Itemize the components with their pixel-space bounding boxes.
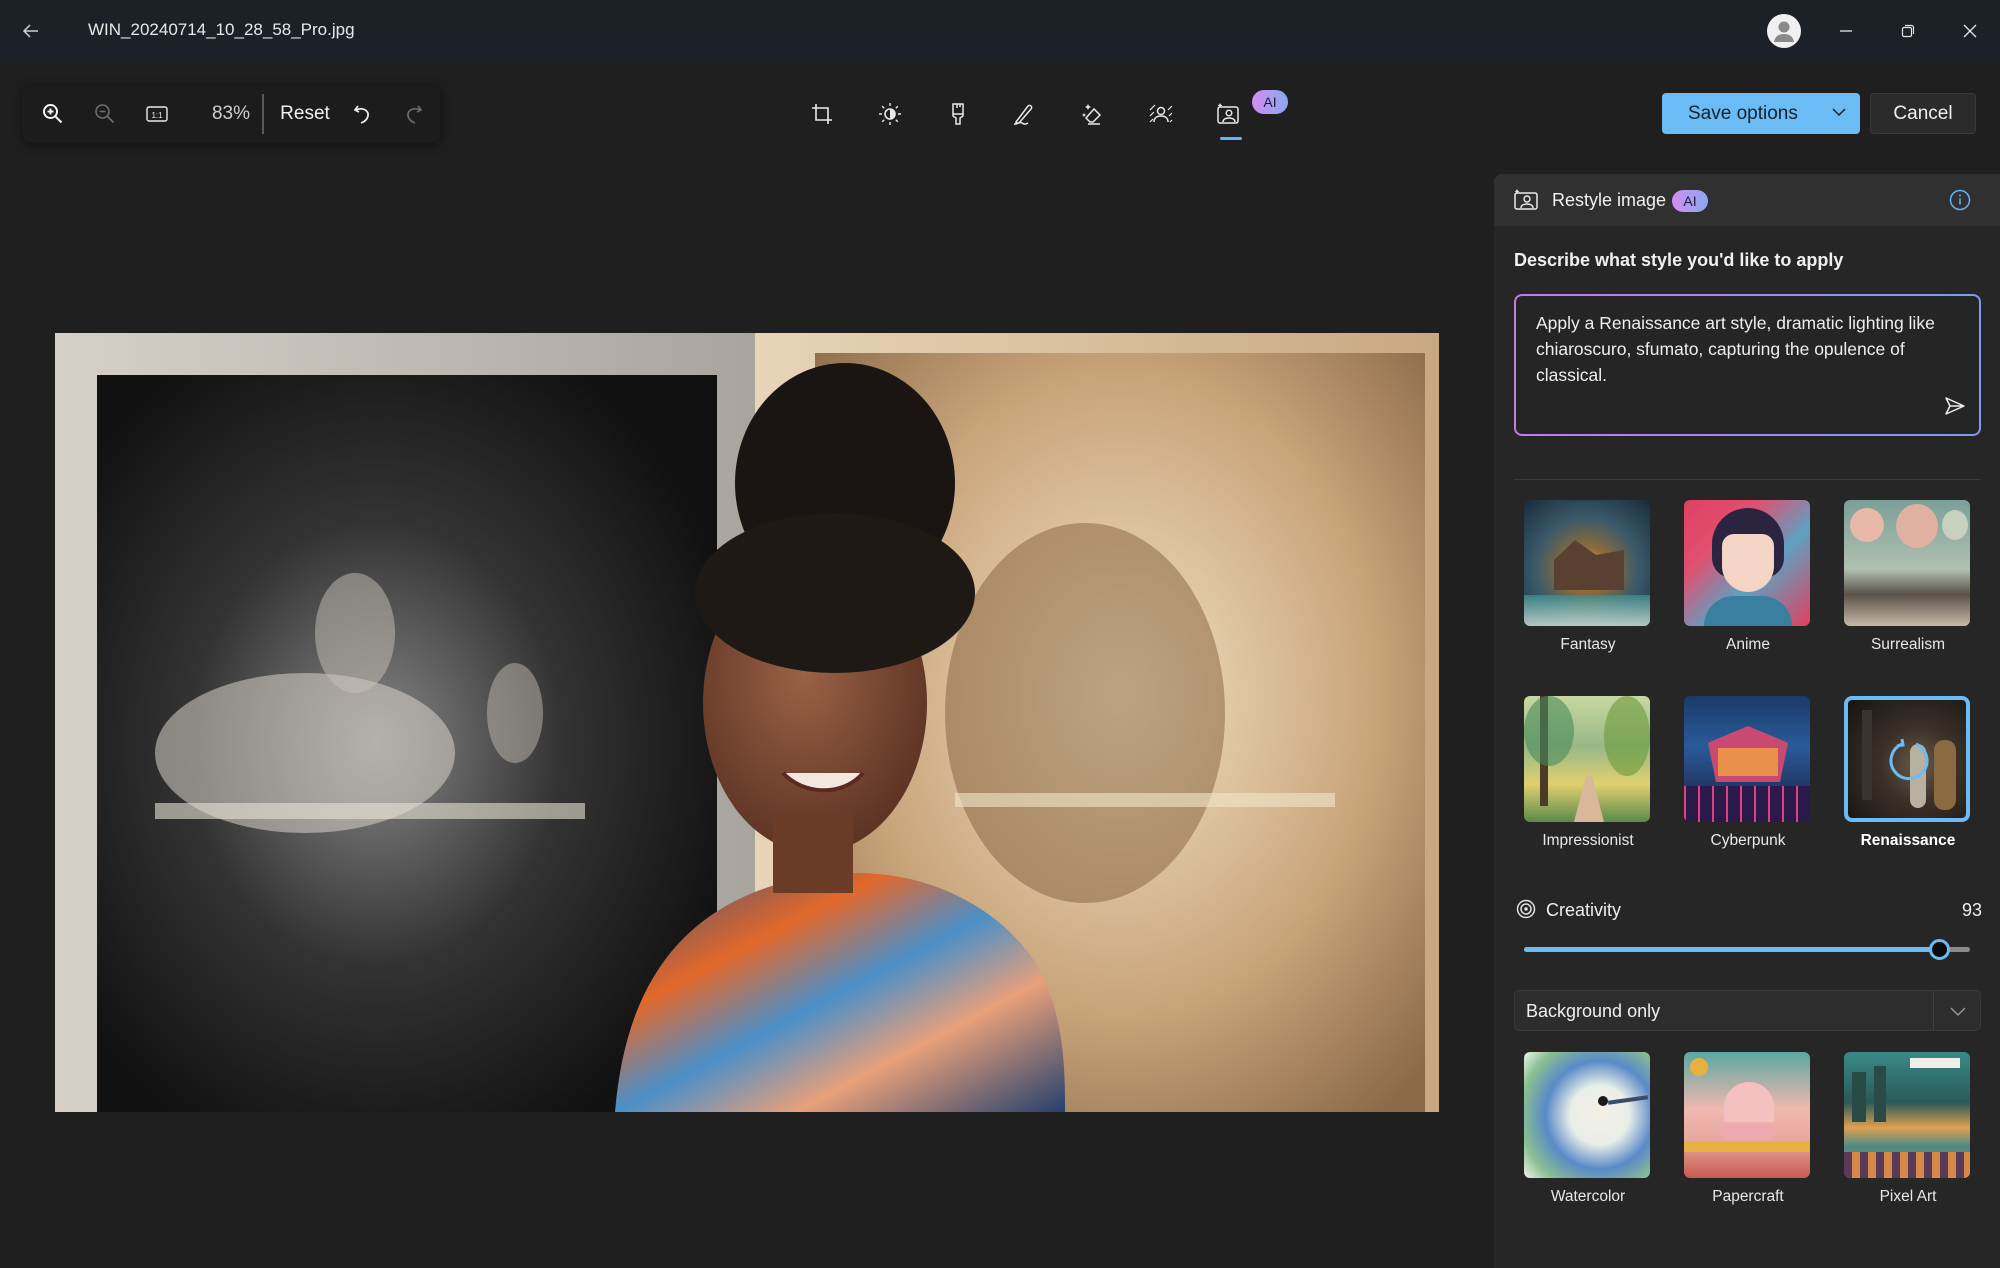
panel-header: Restyle image AI	[1494, 174, 2000, 226]
prompt-text[interactable]: Apply a Renaissance art style, dramatic …	[1536, 310, 1956, 388]
anime-thumbnail	[1684, 500, 1810, 626]
reset-button[interactable]: Reset	[280, 100, 330, 128]
section-divider	[1514, 479, 1981, 480]
zoom-toolbar: 1:1 83% Reset	[22, 86, 440, 142]
style-label: Pixel Art	[1879, 1188, 1937, 1205]
erase-tool[interactable]	[1075, 97, 1111, 131]
slider-thumb[interactable]	[1928, 939, 1950, 960]
actual-size-icon: 1:1	[146, 106, 168, 122]
minimize-button[interactable]	[1826, 12, 1866, 50]
brush-icon	[952, 103, 964, 125]
style-label: Impressionist	[1542, 832, 1634, 849]
minimize-icon	[1840, 30, 1852, 32]
creativity-icon	[1516, 899, 1536, 924]
send-button[interactable]	[1943, 395, 1967, 422]
toolbar-divider	[262, 94, 264, 134]
send-icon	[1945, 397, 1965, 415]
style-label: Cyberpunk	[1710, 832, 1786, 849]
style-impressionist[interactable]: Impressionist	[1524, 696, 1652, 850]
creativity-value: 93	[1961, 900, 1982, 920]
back-button[interactable]	[14, 14, 48, 48]
filter-tool[interactable]	[940, 97, 976, 131]
creativity-label: Creativity	[1546, 900, 1622, 920]
style-label: Surrealism	[1870, 636, 1946, 653]
active-tool-indicator	[1220, 137, 1242, 140]
file-name: WIN_20240714_10_28_58_Pro.jpg	[88, 20, 355, 39]
svg-text:1:1: 1:1	[151, 111, 163, 120]
crop-tool[interactable]	[804, 97, 840, 131]
style-label: Fantasy	[1560, 636, 1616, 653]
restore-button[interactable]	[1888, 12, 1928, 50]
adjust-tool[interactable]	[872, 97, 908, 131]
scope-dropdown[interactable]: Background only	[1514, 990, 1981, 1031]
style-anime[interactable]: Anime	[1684, 500, 1812, 654]
style-pixel-art[interactable]: Pixel Art	[1844, 1052, 1972, 1206]
panel-title: Restyle image	[1552, 190, 1667, 210]
style-watercolor[interactable]: Watercolor	[1524, 1052, 1652, 1206]
papercraft-thumbnail	[1684, 1052, 1810, 1178]
redo-icon	[407, 105, 423, 124]
style-label: Papercraft	[1712, 1188, 1784, 1205]
style-fantasy[interactable]: Fantasy	[1524, 500, 1652, 654]
zoom-in-button[interactable]	[38, 100, 68, 128]
style-label: Anime	[1726, 636, 1770, 653]
scope-selected: Background only	[1526, 1001, 1661, 1021]
restyle-image-icon	[1512, 188, 1540, 217]
pen-icon	[1013, 104, 1033, 125]
style-renaissance[interactable]: Renaissance	[1844, 696, 1972, 850]
ai-badge: AI	[1252, 90, 1288, 114]
style-cyberpunk[interactable]: Cyberpunk	[1684, 696, 1812, 850]
markup-tool[interactable]	[1007, 97, 1043, 131]
surrealism-thumbnail	[1844, 500, 1970, 626]
style-label: Watercolor	[1550, 1188, 1626, 1205]
pixel-art-thumbnail	[1844, 1052, 1970, 1178]
style-label: Renaissance	[1860, 832, 1956, 849]
redo-button[interactable]	[398, 100, 428, 128]
loading-spinner-icon	[1889, 738, 1929, 781]
brightness-icon	[879, 103, 901, 125]
dropdown-divider	[1933, 991, 1934, 1030]
zoom-out-icon	[95, 104, 115, 124]
chevron-down-icon[interactable]	[1948, 1001, 1968, 1026]
restyle-tool[interactable]	[1210, 97, 1246, 131]
arrow-left-icon	[22, 24, 38, 38]
background-blur-icon	[1149, 104, 1173, 123]
save-options-label: Save options	[1688, 103, 1798, 124]
restore-icon	[1901, 24, 1915, 38]
fantasy-thumbnail	[1524, 500, 1650, 626]
undo-button[interactable]	[348, 100, 378, 128]
account-icon	[1774, 21, 1794, 42]
impressionist-thumbnail	[1524, 696, 1650, 822]
account-button[interactable]	[1767, 14, 1801, 48]
crop-icon	[812, 104, 832, 124]
close-icon	[1963, 24, 1977, 38]
undo-icon	[353, 105, 369, 124]
describe-label: Describe what style you'd like to apply	[1514, 250, 1844, 270]
edited-photo	[55, 333, 1439, 1112]
info-icon[interactable]	[1948, 188, 1972, 217]
background-tool[interactable]	[1143, 97, 1179, 131]
cancel-button[interactable]: Cancel	[1870, 93, 1976, 134]
image-canvas[interactable]	[55, 333, 1439, 1112]
restyle-panel: Restyle image AI Describe what style you…	[1494, 174, 2000, 1268]
restyle-image-icon	[1217, 103, 1239, 124]
zoom-out-button[interactable]	[90, 100, 120, 128]
watercolor-thumbnail	[1524, 1052, 1650, 1178]
renaissance-thumbnail	[1844, 696, 1970, 822]
style-surrealism[interactable]: Surrealism	[1844, 500, 1972, 654]
save-options-button[interactable]: Save options	[1662, 93, 1860, 134]
magic-eraser-icon	[1082, 104, 1102, 125]
style-papercraft[interactable]: Papercraft	[1684, 1052, 1812, 1206]
close-button[interactable]	[1950, 12, 1990, 50]
zoom-in-icon	[43, 104, 63, 124]
title-bar: WIN_20240714_10_28_58_Pro.jpg	[0, 0, 2000, 62]
chevron-down-icon[interactable]	[1830, 103, 1848, 127]
creativity-slider[interactable]	[1524, 938, 1970, 962]
style-prompt-input[interactable]: Apply a Renaissance art style, dramatic …	[1514, 294, 1981, 436]
cyberpunk-thumbnail	[1684, 696, 1810, 822]
zoom-level: 83%	[211, 103, 251, 124]
ai-badge: AI	[1672, 190, 1708, 212]
actual-size-button[interactable]: 1:1	[142, 100, 172, 128]
slider-fill	[1524, 947, 1939, 952]
